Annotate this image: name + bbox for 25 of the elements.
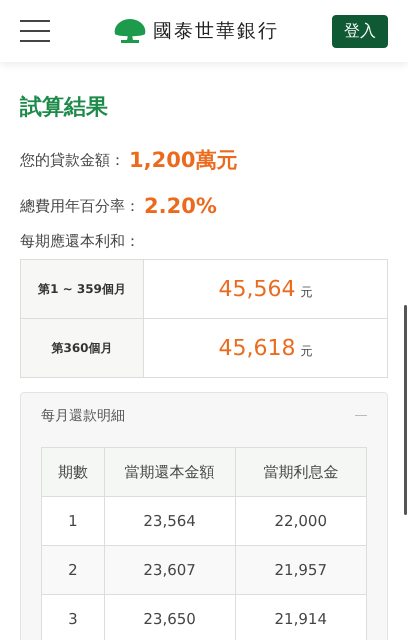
page-title: 試算結果 xyxy=(20,94,109,122)
summary-label: 您的貸款金額： xyxy=(20,150,125,170)
summary-value: 2.20% xyxy=(144,194,217,218)
payment-label: 每期應還本利和： xyxy=(20,232,141,251)
period-cell: 第360個月 xyxy=(20,318,144,378)
table-cell: 3 xyxy=(42,594,104,640)
currency-unit: 元 xyxy=(300,344,312,358)
summary-value: 1,200萬元 xyxy=(129,147,238,174)
panel-title: 每月還款明細 xyxy=(41,407,125,425)
column-header: 當期利息金 xyxy=(235,448,366,496)
payment-amount: 45,618 xyxy=(218,336,296,360)
column-header: 期數 xyxy=(42,448,104,496)
menu-icon[interactable] xyxy=(20,20,50,42)
table-cell: 2 xyxy=(42,546,104,594)
login-button[interactable]: 登入 xyxy=(332,14,388,48)
period-cell: 第1 ~ 359個月 xyxy=(20,260,144,318)
currency-unit: 元 xyxy=(300,284,312,298)
scrollbar[interactable] xyxy=(404,305,407,515)
table-cell: 23,607 xyxy=(104,546,236,594)
tree-logo-icon xyxy=(113,18,147,44)
bank-name: 國泰世華銀行 xyxy=(153,19,279,44)
summary-label: 總費用年百分率： xyxy=(20,196,140,216)
payment-amount: 45,564 xyxy=(218,276,296,302)
table-cell: 21,957 xyxy=(235,546,366,594)
column-header: 當期還本金額 xyxy=(104,448,236,496)
